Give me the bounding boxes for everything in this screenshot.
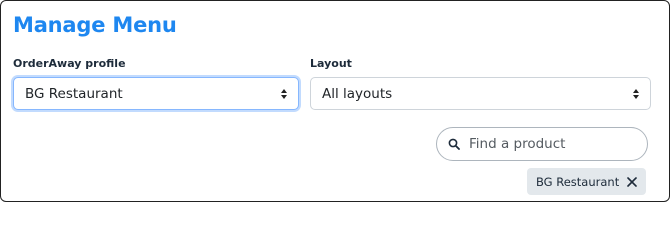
filter-chip: BG Restaurant xyxy=(527,168,647,195)
profile-select-value: BG Restaurant xyxy=(25,85,123,102)
chevron-up-down-icon xyxy=(280,88,288,99)
layout-select[interactable]: All layouts xyxy=(310,77,651,110)
product-search-box[interactable] xyxy=(436,127,648,161)
profile-label: OrderAway profile xyxy=(13,57,126,70)
page-title: Manage Menu xyxy=(13,13,177,37)
layout-select-value: All layouts xyxy=(322,85,393,102)
search-icon xyxy=(448,138,460,150)
manage-menu-panel: Manage Menu OrderAway profile BG Restaur… xyxy=(0,0,670,202)
search-input[interactable] xyxy=(469,136,639,152)
chevron-up-down-icon xyxy=(632,88,640,99)
profile-select[interactable]: BG Restaurant xyxy=(13,77,299,110)
filter-chip-label: BG Restaurant xyxy=(536,174,620,189)
close-icon[interactable] xyxy=(626,176,637,187)
layout-label: Layout xyxy=(310,57,352,70)
